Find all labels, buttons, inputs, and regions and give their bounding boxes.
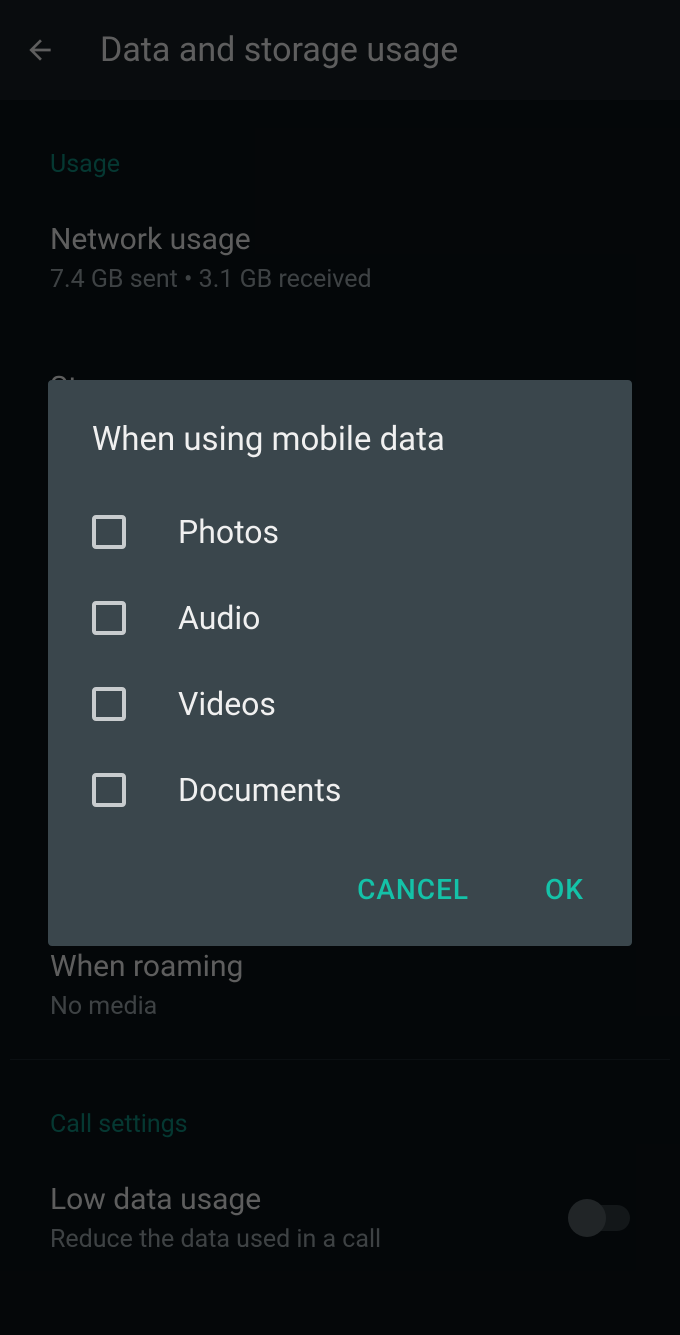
option-label: Videos	[178, 685, 276, 723]
dialog-title: When using mobile data	[48, 420, 632, 479]
option-audio[interactable]: Audio	[48, 575, 632, 661]
cancel-button[interactable]: CANCEL	[349, 863, 477, 916]
ok-button[interactable]: OK	[537, 863, 592, 916]
checkbox-icon[interactable]	[92, 773, 126, 807]
option-label: Audio	[178, 599, 260, 637]
option-label: Photos	[178, 513, 279, 551]
checkbox-icon[interactable]	[92, 601, 126, 635]
mobile-data-dialog: When using mobile data Photos Audio Vide…	[48, 380, 632, 946]
dialog-actions: CANCEL OK	[48, 843, 632, 926]
option-videos[interactable]: Videos	[48, 661, 632, 747]
option-documents[interactable]: Documents	[48, 747, 632, 833]
checkbox-icon[interactable]	[92, 515, 126, 549]
checkbox-icon[interactable]	[92, 687, 126, 721]
dialog-options: Photos Audio Videos Documents	[48, 479, 632, 843]
option-photos[interactable]: Photos	[48, 489, 632, 575]
option-label: Documents	[178, 771, 341, 809]
